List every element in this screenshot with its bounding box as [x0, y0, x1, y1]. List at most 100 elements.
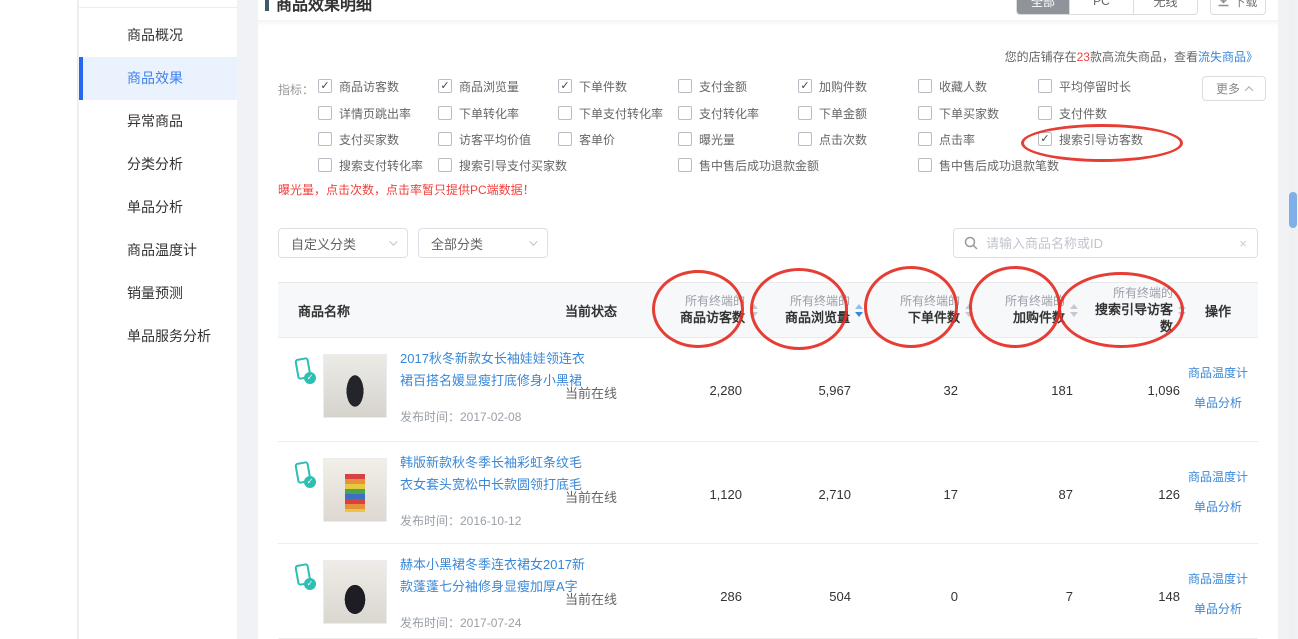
sort-asc-icon: [1070, 304, 1078, 309]
metric-option-label: 支付金额: [699, 78, 747, 95]
sort-control[interactable]: [855, 304, 863, 317]
terminal-tab-0[interactable]: 全部: [1017, 0, 1069, 14]
sort-asc-icon: [750, 304, 758, 309]
metric-checkbox[interactable]: [438, 79, 452, 93]
metric-checkbox[interactable]: [558, 79, 572, 93]
loss-products-link[interactable]: 流失商品》: [1198, 50, 1258, 64]
sort-control[interactable]: [1070, 304, 1078, 317]
metric-checkbox[interactable]: [678, 158, 692, 172]
terminal-tab-1[interactable]: PC: [1069, 0, 1133, 14]
metric-option[interactable]: 下单金额: [798, 105, 867, 121]
metric-option[interactable]: 详情页跳出率: [318, 105, 411, 121]
search-input[interactable]: [986, 236, 1231, 251]
metric-option[interactable]: 点击率: [918, 131, 975, 147]
clear-search-icon[interactable]: ×: [1239, 236, 1247, 251]
metric-option[interactable]: 搜索支付转化率: [318, 157, 423, 173]
metric-option-label: 详情页跳出率: [339, 105, 411, 122]
metric-option[interactable]: 售中售后成功退款笔数: [918, 157, 1059, 173]
action-link-0[interactable]: 商品温度计: [1168, 570, 1268, 587]
more-button[interactable]: 更多: [1202, 76, 1266, 101]
page-title-text: 商品效果明细: [276, 0, 372, 15]
metric-option[interactable]: 搜索引导访客数: [1038, 131, 1143, 147]
sidebar-item-5[interactable]: 商品温度计: [79, 229, 237, 272]
metric-checkbox[interactable]: [918, 132, 932, 146]
sidebar-item-0[interactable]: 商品概况: [79, 14, 237, 57]
column-header-metric-3[interactable]: 所有终端的加购件数: [980, 283, 1080, 337]
metrics-label: 指标：: [278, 81, 314, 98]
metric-value: 17: [870, 487, 958, 502]
metric-checkbox[interactable]: [678, 132, 692, 146]
metric-checkbox[interactable]: [918, 158, 932, 172]
metric-checkbox[interactable]: [438, 158, 452, 172]
metric-checkbox[interactable]: [918, 79, 932, 93]
metric-checkbox[interactable]: [678, 79, 692, 93]
metric-option[interactable]: 支付转化率: [678, 105, 759, 121]
action-link-1[interactable]: 单品分析: [1168, 498, 1268, 515]
column-header-metric-1[interactable]: 所有终端的商品浏览量: [765, 283, 865, 337]
metric-option[interactable]: 商品访客数: [318, 78, 399, 94]
metric-checkbox[interactable]: [318, 158, 332, 172]
metric-option[interactable]: 客单价: [558, 131, 615, 147]
action-link-1[interactable]: 单品分析: [1168, 600, 1268, 617]
metric-value: 181: [980, 383, 1073, 398]
metric-option[interactable]: 下单件数: [558, 78, 627, 94]
download-button[interactable]: 下载: [1210, 0, 1266, 15]
metric-option[interactable]: 收藏人数: [918, 78, 987, 94]
metric-checkbox[interactable]: [1038, 106, 1052, 120]
metric-option[interactable]: 搜索引导支付买家数: [438, 157, 567, 173]
metric-option[interactable]: 曝光量: [678, 131, 735, 147]
column-header-metric-2[interactable]: 所有终端的下单件数: [870, 283, 975, 337]
column-header-metric-0[interactable]: 所有终端的商品访客数: [660, 283, 760, 337]
sidebar-divider: [79, 7, 237, 8]
sidebar-item-7[interactable]: 单品服务分析: [79, 315, 237, 358]
action-link-0[interactable]: 商品温度计: [1168, 468, 1268, 485]
action-link-1[interactable]: 单品分析: [1168, 394, 1268, 411]
metric-option-label: 下单买家数: [939, 105, 999, 122]
table-row-0: ✓2017秋冬新款女长袖娃娃领连衣裙百搭名媛显瘦打底修身小黑裙发布时间：2017…: [278, 338, 1258, 442]
sort-desc-icon: [750, 312, 758, 317]
metric-checkbox[interactable]: [558, 132, 572, 146]
metric-option-label: 支付转化率: [699, 105, 759, 122]
metric-option[interactable]: 下单转化率: [438, 105, 519, 121]
metric-option[interactable]: 售中售后成功退款金额: [678, 157, 819, 173]
metric-checkbox[interactable]: [678, 106, 692, 120]
metric-option[interactable]: 点击次数: [798, 131, 867, 147]
metric-checkbox[interactable]: [1038, 132, 1052, 146]
terminal-tab-2[interactable]: 无线: [1133, 0, 1197, 14]
metric-option[interactable]: 平均停留时长: [1038, 78, 1131, 94]
metric-checkbox[interactable]: [558, 106, 572, 120]
metric-checkbox[interactable]: [798, 79, 812, 93]
custom-category-select[interactable]: 自定义分类: [278, 228, 408, 258]
sort-control[interactable]: [965, 304, 973, 317]
column-header-metric-label: 下单件数: [900, 309, 960, 326]
metric-option[interactable]: 访客平均价值: [438, 131, 531, 147]
sidebar-item-1[interactable]: 商品效果: [79, 57, 237, 100]
metric-option[interactable]: 支付件数: [1038, 105, 1107, 121]
metric-value: 87: [980, 487, 1073, 502]
sort-control[interactable]: [750, 304, 758, 317]
metric-checkbox[interactable]: [918, 106, 932, 120]
metric-checkbox[interactable]: [318, 132, 332, 146]
metric-checkbox[interactable]: [318, 79, 332, 93]
sidebar-item-3[interactable]: 分类分析: [79, 143, 237, 186]
metric-option[interactable]: 支付买家数: [318, 131, 399, 147]
sidebar-item-2[interactable]: 异常商品: [79, 100, 237, 143]
scrollbar-thumb[interactable]: [1289, 192, 1297, 228]
action-link-0[interactable]: 商品温度计: [1168, 364, 1268, 381]
metric-checkbox[interactable]: [798, 106, 812, 120]
custom-category-value: 自定义分类: [291, 234, 356, 253]
metric-checkbox[interactable]: [798, 132, 812, 146]
metric-checkbox[interactable]: [438, 132, 452, 146]
all-category-select[interactable]: 全部分类: [418, 228, 548, 258]
metric-option[interactable]: 商品浏览量: [438, 78, 519, 94]
metric-checkbox[interactable]: [438, 106, 452, 120]
metric-option[interactable]: 支付金额: [678, 78, 747, 94]
metric-option[interactable]: 下单买家数: [918, 105, 999, 121]
metric-checkbox[interactable]: [1038, 79, 1052, 93]
left-gutter: [0, 0, 78, 639]
metric-option[interactable]: 下单支付转化率: [558, 105, 663, 121]
metric-checkbox[interactable]: [318, 106, 332, 120]
metric-option[interactable]: 加购件数: [798, 78, 867, 94]
sidebar-item-6[interactable]: 销量预测: [79, 272, 237, 315]
sidebar-item-4[interactable]: 单品分析: [79, 186, 237, 229]
